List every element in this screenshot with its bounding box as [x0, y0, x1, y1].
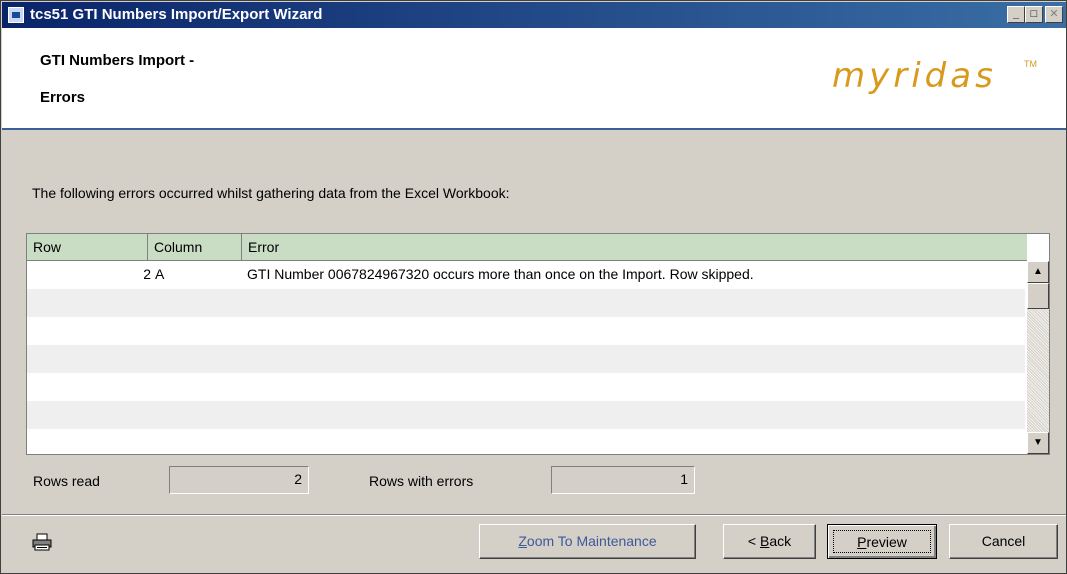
scroll-thumb[interactable] — [1027, 283, 1049, 309]
cancel-button[interactable]: Cancel — [949, 524, 1058, 559]
back-button-mnemonic: B — [759, 533, 770, 549]
page-title-line2: Errors — [40, 89, 86, 106]
printer-icon[interactable] — [32, 533, 52, 551]
cell-column: A — [155, 266, 165, 282]
minimize-button[interactable]: _ — [1007, 6, 1025, 23]
rows-with-errors-label: Rows with errors — [369, 473, 474, 489]
window-title: tcs51 GTI Numbers Import/Export Wizard — [30, 6, 323, 23]
zoom-to-maintenance-button[interactable]: Zoom To Maintenance — [479, 524, 696, 559]
zoom-button-label: oom To Maintenance — [526, 533, 657, 549]
rows-with-errors-value: 1 — [551, 466, 695, 494]
scroll-up-button[interactable]: ▲ — [1027, 261, 1049, 283]
wizard-window: tcs51 GTI Numbers Import/Export Wizard _… — [0, 0, 1067, 574]
column-header-column[interactable]: Column — [148, 234, 242, 260]
back-button[interactable]: < Back — [723, 524, 816, 559]
rows-read-value: 2 — [169, 466, 309, 494]
grid-header: Row Column Error — [27, 234, 1027, 261]
empty-row[interactable] — [27, 401, 1025, 429]
preview-focus-rect: Preview — [833, 530, 931, 553]
rows-read-label: Rows read — [33, 473, 100, 489]
back-button-prefix: < — [747, 533, 760, 549]
empty-row[interactable] — [27, 289, 1025, 317]
wizard-header: GTI Numbers Import - Errors myridas TM — [2, 28, 1066, 130]
empty-row[interactable] — [27, 429, 1025, 454]
preview-button[interactable]: Preview — [827, 524, 937, 559]
scroll-down-button[interactable]: ▼ — [1027, 432, 1049, 454]
empty-row[interactable] — [27, 345, 1025, 373]
cell-error: GTI Number 0067824967320 occurs more tha… — [247, 266, 754, 282]
app-icon[interactable] — [8, 7, 24, 23]
column-header-error[interactable]: Error — [242, 234, 1027, 260]
column-header-row[interactable]: Row — [27, 234, 148, 260]
myridas-logo: myridas — [832, 56, 997, 96]
back-button-label: ack — [769, 533, 792, 549]
table-row[interactable]: 2 A GTI Number 0067824967320 occurs more… — [27, 261, 1025, 289]
preview-button-label: review — [866, 534, 907, 550]
instructions-text: The following errors occurred whilst gat… — [32, 185, 510, 201]
errors-grid[interactable]: Row Column Error 2 A GTI Number 00678249… — [26, 233, 1050, 455]
title-bar[interactable]: tcs51 GTI Numbers Import/Export Wizard _… — [2, 2, 1066, 28]
grid-rows: 2 A GTI Number 0067824967320 occurs more… — [27, 261, 1025, 454]
cell-row: 2 — [143, 266, 151, 282]
close-button[interactable]: ✕ — [1045, 6, 1063, 23]
page-title-line1: GTI Numbers Import - — [40, 52, 195, 69]
cancel-button-label: Cancel — [981, 533, 1026, 549]
empty-row[interactable] — [27, 317, 1025, 345]
vertical-scrollbar[interactable]: ▲ ▼ — [1027, 261, 1049, 454]
maximize-button[interactable]: □ — [1025, 6, 1043, 23]
empty-row[interactable] — [27, 373, 1025, 401]
zoom-button-mnemonic: Z — [518, 533, 527, 549]
logo-trademark: TM — [1024, 59, 1037, 69]
